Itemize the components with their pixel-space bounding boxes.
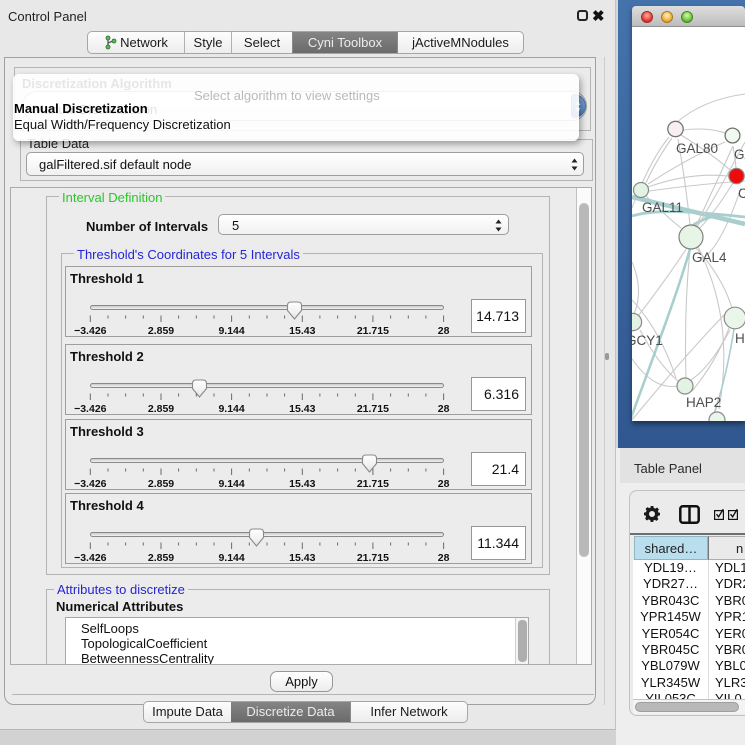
svg-text:HAP2: HAP2 (686, 395, 721, 410)
svg-text:H: H (735, 331, 745, 346)
svg-text:GAL11: GAL11 (642, 200, 683, 215)
svg-text:GA: GA (734, 147, 745, 162)
svg-text:GAL4: GAL4 (692, 250, 727, 265)
svg-text:CR: CR (738, 186, 745, 201)
svg-text:GAL80: GAL80 (676, 141, 718, 156)
svg-text:GCY1: GCY1 (632, 333, 663, 348)
